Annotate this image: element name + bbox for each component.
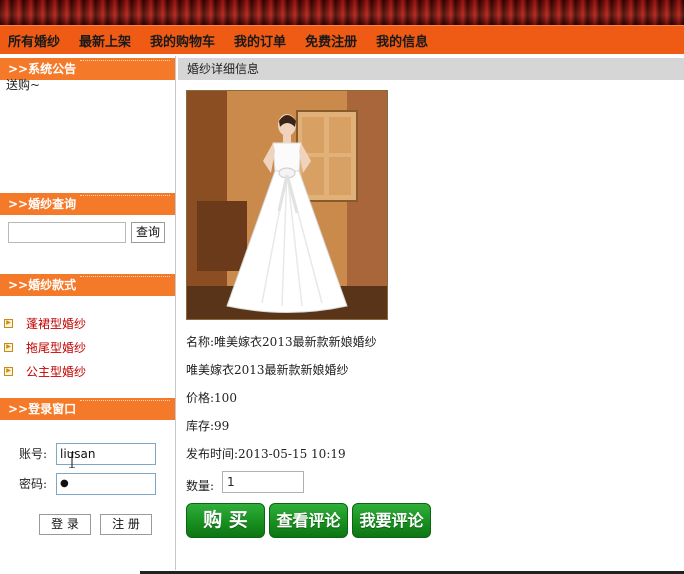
text-cursor-icon	[69, 452, 75, 468]
header-dots-divider	[80, 60, 170, 61]
main-nav: 所有婚纱 最新上架 我的购物车 我的订单 免费注册 我的信息	[0, 25, 684, 54]
nav-register[interactable]: 免费注册	[305, 31, 357, 50]
search-button[interactable]: 查询	[131, 222, 165, 243]
login-button[interactable]: 登 录	[39, 514, 91, 535]
bullet-arrow-icon: ▶	[4, 318, 13, 328]
search-title: >>婚纱查询	[8, 197, 77, 211]
nav-my-orders[interactable]: 我的订单	[234, 31, 286, 50]
style-list-item[interactable]: ▶ 公主型婚纱	[4, 363, 86, 379]
quantity-label: 数量:	[186, 479, 215, 493]
bullet-arrow-icon: ▶	[4, 366, 13, 376]
header-dots-divider	[80, 400, 170, 401]
style-list-item[interactable]: ▶ 拖尾型婚纱	[4, 339, 86, 355]
dress-photo	[186, 90, 388, 320]
password-input[interactable]: ●	[56, 473, 156, 495]
quantity-input[interactable]: 1	[222, 471, 304, 493]
sidebar: >>系统公告 送购~ >>婚纱查询 查询 >>婚纱款式 ▶ 蓬裙型婚纱 ▶ 拖尾…	[0, 56, 176, 570]
notice-title: >>系统公告	[8, 62, 77, 76]
login-header: >>登录窗口	[0, 398, 175, 420]
account-label: 账号:	[19, 447, 48, 461]
style-link-trailing[interactable]: 拖尾型婚纱	[26, 339, 86, 356]
product-name: 名称:唯美嫁衣2013最新款新娘婚纱	[186, 335, 377, 349]
search-input[interactable]	[8, 222, 126, 243]
nav-my-info[interactable]: 我的信息	[376, 31, 428, 50]
style-list-item[interactable]: ▶ 蓬裙型婚纱	[4, 315, 86, 331]
product-description: 唯美嫁衣2013最新款新娘婚纱	[186, 363, 349, 377]
styles-title: >>婚纱款式	[8, 278, 77, 292]
product-stock: 库存:99	[186, 419, 230, 433]
nav-new-arrivals[interactable]: 最新上架	[79, 31, 131, 50]
register-button[interactable]: 注 册	[100, 514, 152, 535]
notice-text: 送购~	[6, 78, 41, 92]
header-curtain-banner	[0, 0, 684, 25]
style-link-princess[interactable]: 公主型婚纱	[26, 363, 86, 380]
detail-header: 婚纱详细信息	[178, 58, 684, 80]
nav-all-dresses[interactable]: 所有婚纱	[8, 31, 60, 50]
password-label: 密码:	[19, 477, 48, 491]
product-published-time: 发布时间:2013-05-15 10:19	[186, 447, 346, 461]
bullet-arrow-icon: ▶	[4, 342, 13, 352]
product-price: 价格:100	[186, 391, 237, 405]
header-dots-divider	[80, 195, 170, 196]
buy-button[interactable]: 购 买	[186, 503, 265, 538]
search-header: >>婚纱查询	[0, 193, 175, 215]
style-link-fluffy[interactable]: 蓬裙型婚纱	[26, 315, 86, 332]
styles-header: >>婚纱款式	[0, 274, 175, 296]
header-dots-divider	[80, 276, 170, 277]
wedding-dress-illustration	[187, 91, 387, 319]
nav-my-cart[interactable]: 我的购物车	[150, 31, 215, 50]
view-reviews-button[interactable]: 查看评论	[269, 503, 348, 538]
write-review-button[interactable]: 我要评论	[352, 503, 431, 538]
login-title: >>登录窗口	[8, 402, 77, 416]
